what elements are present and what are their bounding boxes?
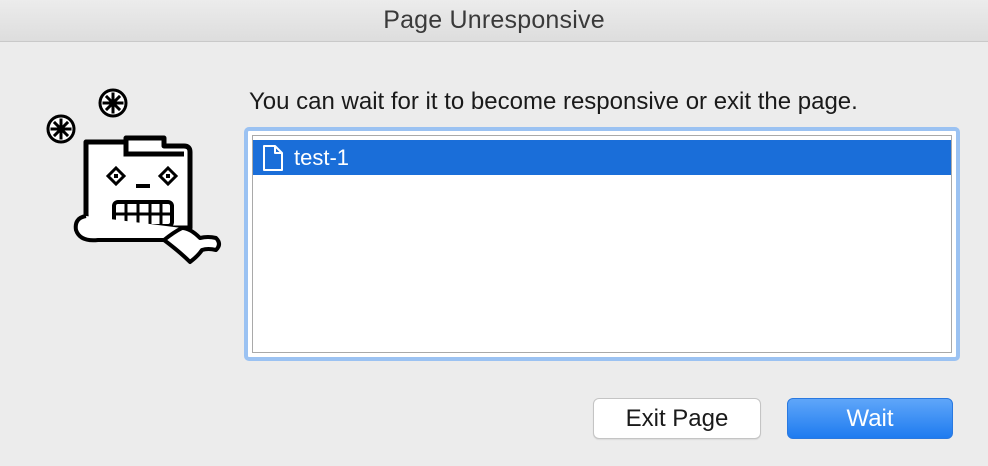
list-item-label: test-1 <box>294 144 350 170</box>
page-unresponsive-dialog: Page Unresponsive You can wait for it to… <box>0 0 988 466</box>
frozen-folder-icon <box>73 135 221 264</box>
title-bar: Page Unresponsive <box>0 0 988 42</box>
unresponsive-page-list[interactable]: test-1 <box>252 135 952 353</box>
snowflake-icon <box>98 88 128 118</box>
snowflake-icon <box>46 114 76 144</box>
unresponsive-message: You can wait for it to become responsive… <box>249 88 858 115</box>
list-item[interactable]: test-1 <box>253 140 951 175</box>
page-list-focus-ring: test-1 <box>244 127 960 361</box>
frozen-folder-illustration <box>46 88 221 264</box>
exit-page-button[interactable]: Exit Page <box>593 398 761 439</box>
wait-button[interactable]: Wait <box>787 398 953 439</box>
document-icon <box>263 144 283 171</box>
dialog-title: Page Unresponsive <box>383 6 605 34</box>
